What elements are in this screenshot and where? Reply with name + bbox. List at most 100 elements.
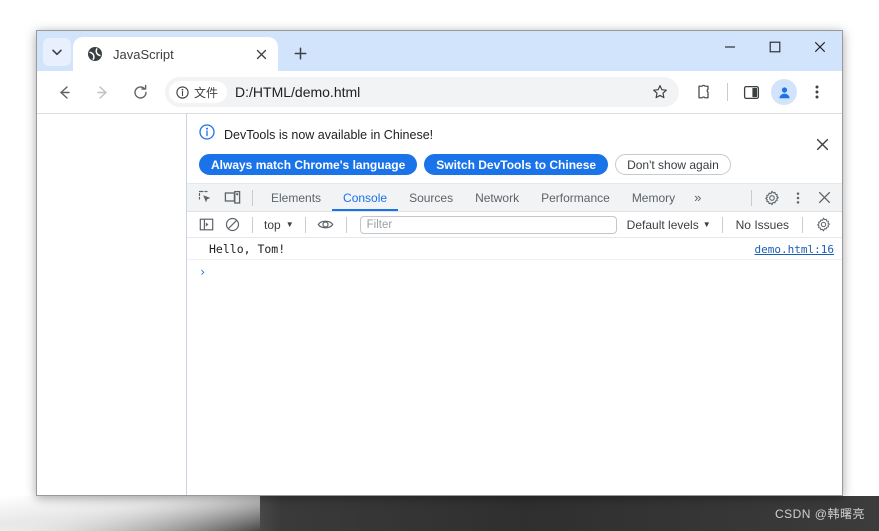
window-controls bbox=[707, 31, 842, 71]
window-close-button[interactable] bbox=[797, 31, 842, 63]
browser-toolbar: 文件 D:/HTML/demo.html bbox=[37, 71, 842, 113]
toolbar-separator bbox=[727, 83, 728, 101]
gear-icon bbox=[765, 190, 779, 205]
info-icon bbox=[199, 124, 215, 145]
devtools-tabs-overflow-button[interactable]: » bbox=[686, 190, 709, 205]
console-settings-button[interactable] bbox=[810, 213, 836, 237]
switch-devtools-language-button[interactable]: Switch DevTools to Chinese bbox=[424, 154, 609, 175]
tab-network[interactable]: Network bbox=[464, 184, 530, 211]
gear-icon bbox=[816, 217, 830, 232]
live-expression-button[interactable] bbox=[313, 213, 339, 237]
banner-button-row: Always match Chrome's language Switch De… bbox=[199, 154, 830, 175]
three-dot-menu-icon bbox=[796, 191, 800, 204]
dont-show-again-button[interactable]: Don't show again bbox=[615, 154, 731, 175]
filterbar-separator-2 bbox=[304, 216, 306, 233]
side-panel-button[interactable] bbox=[736, 77, 766, 107]
banner-close-button[interactable] bbox=[812, 134, 832, 154]
tab-sources[interactable]: Sources bbox=[398, 184, 464, 211]
console-prompt-input[interactable] bbox=[214, 263, 834, 281]
maximize-icon bbox=[769, 41, 780, 53]
security-chip[interactable]: 文件 bbox=[169, 81, 228, 103]
reload-button[interactable] bbox=[125, 77, 155, 107]
tab-close-button[interactable] bbox=[252, 45, 270, 63]
chevron-down-icon bbox=[52, 49, 62, 56]
console-filter-bar: top ▼ Default levels ▼ No Issues bbox=[187, 212, 842, 238]
console-context-label: top bbox=[264, 217, 281, 232]
console-prompt-chevron-icon: › bbox=[199, 265, 207, 279]
console-message-row: Hello, Tom! demo.html:16 bbox=[187, 238, 842, 260]
console-issues-status[interactable]: No Issues bbox=[730, 218, 795, 232]
devtools-more-button[interactable] bbox=[785, 186, 811, 210]
console-log-levels-label: Default levels bbox=[626, 217, 699, 232]
console-filter-input[interactable] bbox=[359, 215, 617, 234]
plus-icon bbox=[294, 47, 306, 59]
close-icon bbox=[818, 191, 830, 204]
bookmark-button[interactable] bbox=[647, 79, 673, 105]
device-toolbar-button[interactable] bbox=[219, 186, 245, 210]
console-message-source-link[interactable]: demo.html:16 bbox=[743, 243, 834, 256]
star-icon bbox=[653, 85, 667, 99]
console-context-selector[interactable]: top ▼ bbox=[260, 218, 298, 232]
chevron-down-icon: ▼ bbox=[285, 220, 294, 229]
info-icon bbox=[176, 85, 189, 99]
person-icon bbox=[778, 86, 790, 98]
devtools-panel: DevTools is now available in Chinese! Al… bbox=[187, 114, 842, 495]
watermark: CSDN @韩曙亮 bbox=[774, 507, 865, 521]
window-minimize-button[interactable] bbox=[707, 31, 752, 63]
inspect-element-button[interactable] bbox=[193, 186, 219, 210]
clear-console-button[interactable] bbox=[219, 213, 245, 237]
tab-search-button[interactable] bbox=[43, 38, 71, 66]
devtools-close-button[interactable] bbox=[811, 186, 837, 210]
console-log-levels-selector[interactable]: Default levels ▼ bbox=[623, 218, 715, 232]
back-button[interactable] bbox=[49, 77, 79, 107]
globe-favicon bbox=[87, 46, 103, 62]
always-match-language-button[interactable]: Always match Chrome's language bbox=[199, 154, 418, 175]
close-icon bbox=[816, 138, 828, 150]
filterbar-separator-3 bbox=[345, 216, 347, 233]
filterbar-separator-1 bbox=[252, 216, 253, 233]
devtools-settings-button[interactable] bbox=[759, 186, 785, 210]
tab-memory[interactable]: Memory bbox=[621, 184, 686, 211]
arrow-right-icon bbox=[96, 85, 107, 99]
inspect-element-icon bbox=[198, 190, 211, 202]
devtools-tabbar-separator bbox=[252, 189, 253, 206]
address-bar[interactable]: 文件 D:/HTML/demo.html bbox=[165, 77, 679, 107]
console-output[interactable]: Hello, Tom! demo.html:16 › bbox=[187, 238, 842, 495]
browser-window: JavaScript 文件 D:/HTML/demo.html DevTools… bbox=[36, 30, 843, 496]
window-maximize-button[interactable] bbox=[752, 31, 797, 63]
close-icon bbox=[256, 49, 266, 59]
console-message-text: Hello, Tom! bbox=[209, 242, 286, 256]
arrow-left-icon bbox=[59, 85, 70, 99]
banner-message: DevTools is now available in Chinese! bbox=[224, 127, 434, 142]
side-panel-icon bbox=[743, 85, 759, 99]
browser-tab[interactable]: JavaScript bbox=[73, 37, 278, 71]
filterbar-separator-4 bbox=[721, 216, 723, 233]
live-expression-icon bbox=[317, 220, 334, 229]
clear-console-icon bbox=[225, 217, 239, 232]
tab-performance[interactable]: Performance bbox=[530, 184, 621, 211]
three-dot-menu-icon bbox=[815, 85, 819, 99]
console-prompt-row[interactable]: › bbox=[187, 260, 842, 284]
devtools-actions-separator bbox=[751, 189, 752, 206]
tab-title: JavaScript bbox=[113, 46, 174, 62]
minimize-icon bbox=[724, 46, 735, 48]
extensions-button[interactable] bbox=[689, 77, 719, 107]
address-bar-url: D:/HTML/demo.html bbox=[235, 84, 361, 100]
new-tab-button[interactable] bbox=[286, 39, 314, 67]
forward-button[interactable] bbox=[87, 77, 117, 107]
chevron-down-icon: ▼ bbox=[702, 220, 711, 229]
devtools-language-banner: DevTools is now available in Chinese! Al… bbox=[187, 114, 842, 184]
devtools-tab-bar: Elements Console Sources Network Perform… bbox=[187, 184, 842, 212]
console-sidebar-toggle[interactable] bbox=[193, 213, 219, 237]
browser-menu-button[interactable] bbox=[802, 77, 832, 107]
banner-message-row: DevTools is now available in Chinese! bbox=[199, 124, 830, 145]
content-area: DevTools is now available in Chinese! Al… bbox=[37, 113, 842, 495]
close-icon bbox=[814, 41, 825, 53]
page-viewport bbox=[37, 114, 187, 495]
tab-elements[interactable]: Elements bbox=[260, 184, 332, 211]
security-chip-label: 文件 bbox=[194, 85, 219, 100]
filterbar-separator-5 bbox=[802, 216, 803, 233]
profile-avatar[interactable] bbox=[771, 79, 797, 105]
tab-console[interactable]: Console bbox=[332, 184, 399, 211]
devtools-tabbar-actions bbox=[744, 186, 842, 210]
